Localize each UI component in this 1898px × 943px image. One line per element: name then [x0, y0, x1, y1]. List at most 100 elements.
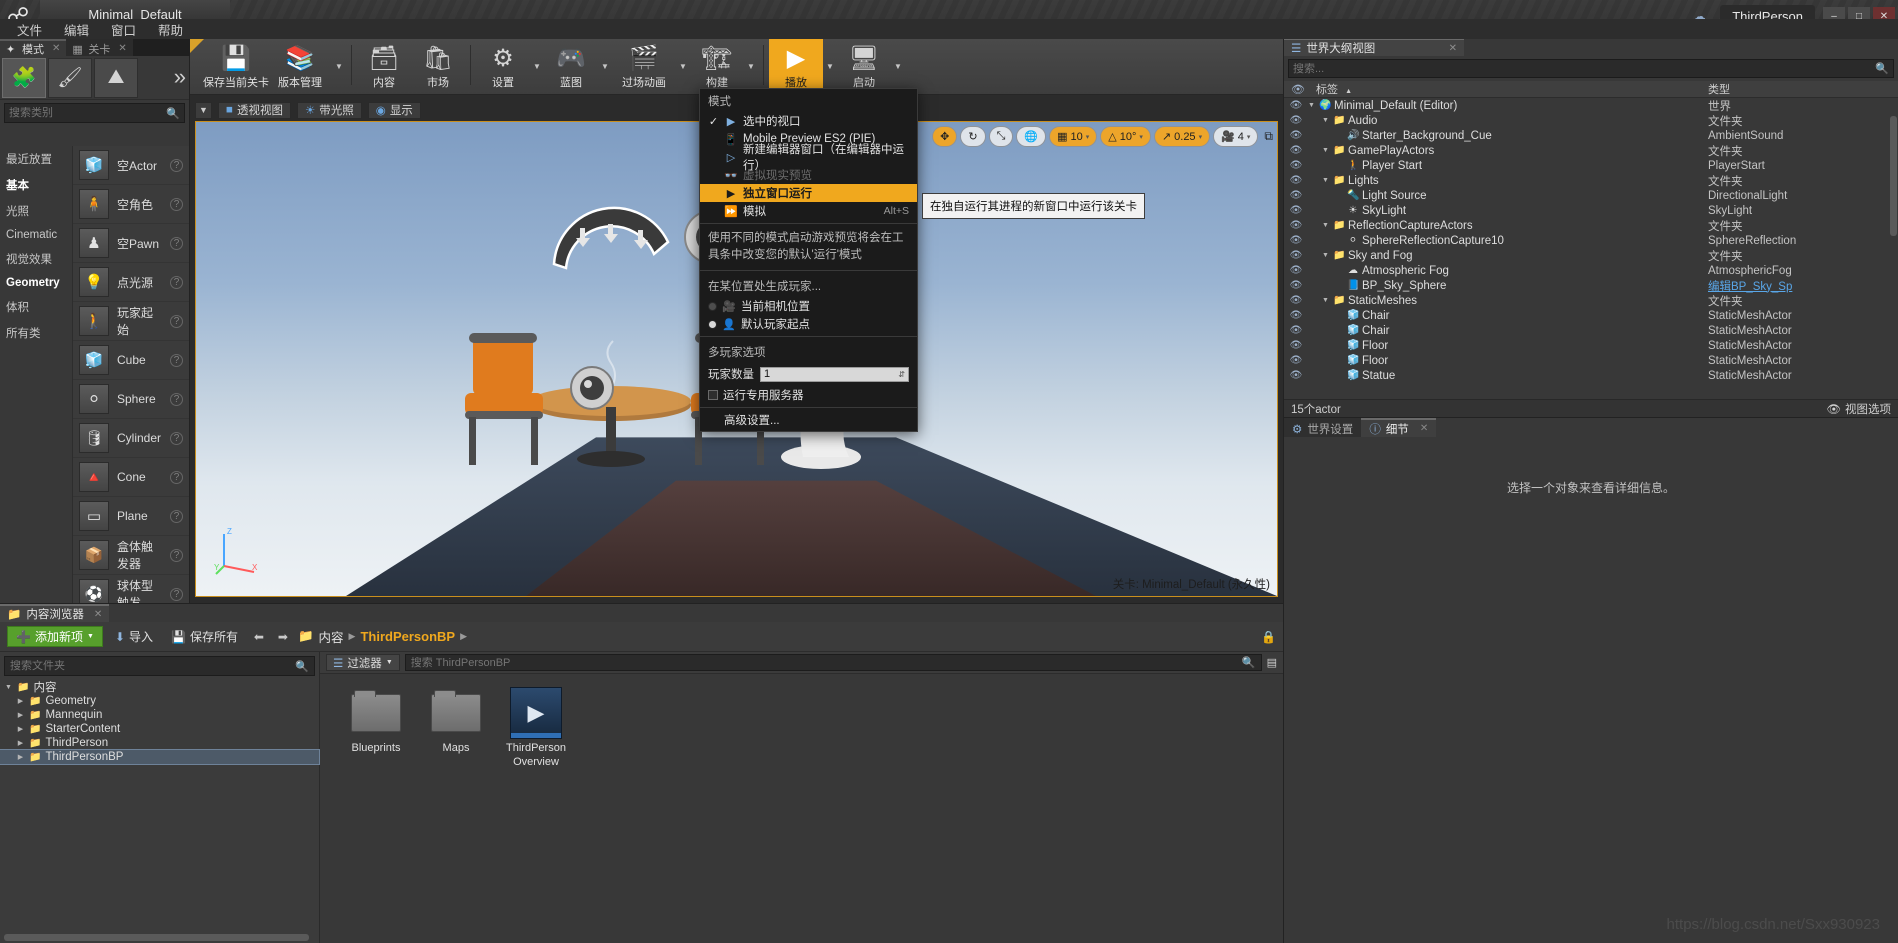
viewport-scale-gizmo[interactable]: ⤡ [989, 126, 1014, 147]
expand-arrow-icon[interactable]: ▶ [16, 711, 25, 719]
toolbar-dropdown-arrow[interactable]: ▼ [823, 39, 837, 93]
viewport-transform-gizmo-toggle[interactable]: ✥ [932, 126, 957, 147]
outliner-row[interactable]: 👁▼📁Sky and Fog文件夹 [1284, 248, 1898, 263]
modes-category-6[interactable]: 体积 [0, 294, 72, 320]
lock-icon[interactable]: 🔒 [1261, 630, 1276, 644]
modes-category-3[interactable]: Cinematic [0, 224, 72, 246]
tab-levels-close-icon[interactable]: ✕ [118, 43, 126, 54]
asset-search-input[interactable] [411, 657, 1238, 669]
chevron-down-icon[interactable]: ▾ [1086, 133, 1090, 141]
toolbar-button-source-control[interactable]: 📚版本管理 [268, 39, 332, 93]
expand-arrow-icon[interactable]: ▼ [1308, 102, 1316, 109]
outliner-row[interactable]: 👁▼📁ReflectionCaptureActors文件夹 [1284, 218, 1898, 233]
help-icon[interactable]: ? [170, 354, 183, 367]
toolbar-button-play[interactable]: ▶播放 [769, 39, 823, 93]
viewport-maximize-icon[interactable]: ⧉ [1264, 129, 1273, 144]
landscape-mode-button[interactable]: ⛰ [94, 58, 138, 98]
folder-tree-node[interactable]: ▶📁ThirdPersonBP [0, 750, 319, 764]
expand-arrow-icon[interactable]: ▼ [4, 684, 13, 691]
toolbar-dropdown-arrow[interactable]: ▼ [676, 39, 690, 93]
expand-arrow-icon[interactable]: ▼ [1322, 222, 1330, 229]
help-icon[interactable]: ? [170, 315, 183, 328]
help-icon[interactable]: ? [170, 549, 183, 562]
place-mode-button[interactable]: 🧩 [2, 58, 46, 98]
tree-search-row[interactable]: 🔍 [4, 656, 315, 676]
content-browser-close-icon[interactable]: ✕ [94, 609, 102, 620]
outliner-row[interactable]: 👁▼📁GamePlayActors文件夹 [1284, 143, 1898, 158]
expand-arrow-icon[interactable]: ▶ [16, 753, 25, 761]
place-item[interactable]: 🧊空Actor? [73, 146, 189, 185]
chevron-down-icon[interactable]: ▾ [1247, 133, 1251, 141]
modes-category-2[interactable]: 光照 [0, 198, 72, 224]
toolbar-button-marketplace[interactable]: 🛍市场 [411, 39, 465, 93]
breadcrumb-current[interactable]: ThirdPersonBP [360, 629, 455, 644]
tab-levels[interactable]: ▦ 关卡 ✕ [66, 39, 132, 56]
outliner-scrollbar[interactable] [1890, 116, 1897, 236]
place-item[interactable]: ♟空Pawn? [73, 224, 189, 263]
play-mode-item-0[interactable]: ✓▶选中的视口 [700, 112, 917, 130]
menu-file[interactable]: 文件 [6, 18, 53, 41]
add-new-button[interactable]: ➕ 添加新项 ▼ [7, 626, 103, 647]
toolbar-button-launch[interactable]: 🖥启动 [837, 39, 891, 93]
help-icon[interactable]: ? [170, 198, 183, 211]
eye-icon[interactable]: 👁 [1284, 250, 1308, 261]
expand-arrow-icon[interactable]: ▼ [1322, 117, 1330, 124]
breadcrumb-content[interactable]: 内容 [319, 627, 344, 646]
toolbar-dropdown-arrow[interactable]: ▼ [332, 39, 346, 93]
outliner-row[interactable]: 👁🧊FloorStaticMeshActor [1284, 338, 1898, 353]
modes-category-7[interactable]: 所有类 [0, 320, 72, 346]
world-outliner-close-icon[interactable]: ✕ [1449, 43, 1457, 54]
expand-arrow-icon[interactable]: ▼ [1322, 297, 1330, 304]
play-mode-item-2[interactable]: ▷新建编辑器窗口（在编辑器中运行） [700, 148, 917, 166]
modes-category-5[interactable]: Geometry [0, 272, 72, 294]
chevron-down-icon[interactable]: ▾ [1139, 133, 1143, 141]
outliner-row[interactable]: 👁📘BP_Sky_Sphere编辑BP_Sky_Sp [1284, 278, 1898, 293]
modes-more-icon[interactable]: » [174, 64, 186, 90]
outliner-search-row[interactable]: 🔍 [1288, 59, 1894, 78]
viewport-show-tab[interactable]: ◉ 显示 [368, 102, 421, 119]
content-browser-lock[interactable]: 🔒 [1261, 630, 1276, 644]
menu-window[interactable]: 窗口 [100, 18, 147, 41]
help-icon[interactable]: ? [170, 471, 183, 484]
menu-help[interactable]: 帮助 [147, 18, 194, 41]
outliner-row-type[interactable]: 编辑BP_Sky_Sp [1708, 278, 1898, 294]
eye-icon[interactable]: 👁 [1284, 190, 1308, 201]
tab-details-close-icon[interactable]: ✕ [1420, 423, 1428, 434]
radio-icon[interactable] [708, 302, 717, 311]
folder-tree-node[interactable]: ▶📁Mannequin [0, 708, 319, 722]
outliner-view-options[interactable]: 👁 视图选项 [1826, 401, 1891, 417]
filter-button[interactable]: ☰ 过滤器 ▼ [326, 654, 400, 671]
tab-modes-close-icon[interactable]: ✕ [52, 43, 60, 54]
tab-world-settings[interactable]: ⚙ 世界设置 [1284, 418, 1361, 437]
play-mode-item-4[interactable]: ▶独立窗口运行 [700, 184, 917, 202]
eye-icon[interactable]: 👁 [1284, 265, 1308, 276]
viewport-grid-snap-toggle[interactable]: ▦10▾ [1049, 126, 1097, 147]
help-icon[interactable]: ? [170, 588, 183, 601]
modes-search-input[interactable] [9, 107, 166, 119]
outliner-row[interactable]: 👁▼🌍Minimal_Default (Editor)世界 [1284, 98, 1898, 113]
modes-category-1[interactable]: 基本 [0, 172, 72, 198]
tab-details[interactable]: ⓘ 细节 ✕ [1361, 418, 1436, 437]
asset-item[interactable]: Blueprints [342, 688, 410, 770]
toolbar-button-blueprint[interactable]: 🎮蓝图 [544, 39, 598, 93]
viewport-lit-tab[interactable]: ☀ 带光照 [297, 102, 362, 119]
chevron-down-icon[interactable]: ▾ [1199, 133, 1203, 141]
expand-arrow-icon[interactable]: ▼ [1322, 252, 1330, 259]
eye-icon[interactable]: 👁 [1284, 370, 1308, 381]
eye-icon[interactable]: 👁 [1284, 160, 1308, 171]
play-mode-item-5[interactable]: ⏩模拟Alt+S [700, 202, 917, 220]
tree-horizontal-scrollbar[interactable] [4, 934, 309, 941]
eye-icon[interactable]: 👁 [1284, 115, 1308, 126]
outliner-row[interactable]: 👁🚶Player StartPlayerStart [1284, 158, 1898, 173]
asset-item[interactable]: ▶ThirdPerson Overview [502, 688, 570, 770]
folder-tree-node[interactable]: ▶📁StarterContent [0, 722, 319, 736]
outliner-row[interactable]: 👁🧊ChairStaticMeshActor [1284, 308, 1898, 323]
toolbar-button-build[interactable]: 🏗构建 [690, 39, 744, 93]
play-mode-item-3[interactable]: 👓虚拟现实预览 [700, 166, 917, 184]
eye-icon[interactable]: 👁 [1284, 280, 1308, 291]
viewport-options-icon[interactable]: ▼ [195, 102, 212, 119]
eye-icon[interactable]: 👁 [1284, 340, 1308, 351]
place-item[interactable]: 🔺Cone? [73, 458, 189, 497]
view-options-icon[interactable]: ▤ [1267, 656, 1277, 669]
eye-icon[interactable]: 👁 [1284, 175, 1308, 186]
